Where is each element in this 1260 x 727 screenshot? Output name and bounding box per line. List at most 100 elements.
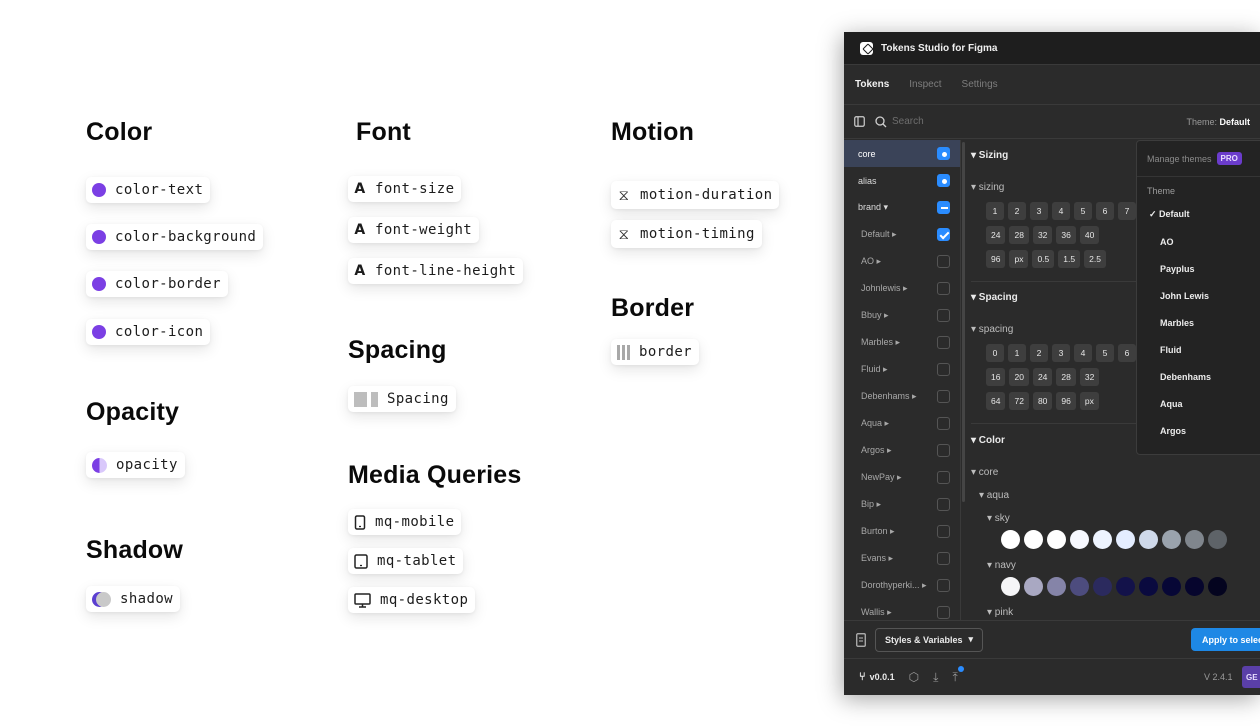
tab-settings[interactable]: Settings [962, 79, 998, 90]
token-pill[interactable]: 0 [986, 344, 1004, 362]
navy-swatch[interactable] [1185, 577, 1204, 596]
token-set-checkbox[interactable] [937, 552, 950, 565]
token-pill[interactable]: 4 [1074, 344, 1092, 362]
token-pill[interactable]: 2 [1008, 202, 1026, 220]
token-set-row[interactable]: Johnlewis ▸ [844, 275, 960, 302]
motion-duration-chip[interactable]: ⧖ motion-duration [611, 181, 780, 209]
navy-swatch[interactable] [1208, 577, 1227, 596]
navy-swatch[interactable] [1001, 577, 1020, 596]
navy-swatch[interactable] [1070, 577, 1089, 596]
theme-option[interactable]: Argos [1137, 417, 1260, 444]
token-set-checkbox[interactable] [937, 471, 950, 484]
token-pill[interactable]: 5 [1074, 202, 1092, 220]
navy-swatch[interactable] [1139, 577, 1158, 596]
token-set-checkbox[interactable] [937, 174, 950, 187]
token-pill[interactable]: 32 [1032, 226, 1053, 244]
navy-swatch[interactable] [1024, 577, 1043, 596]
font-size-chip[interactable]: Afont-size [348, 176, 462, 202]
shadow-chip[interactable]: shadow [86, 586, 180, 612]
sky-swatch[interactable] [1070, 530, 1089, 549]
token-set-row[interactable]: brand ▾ [844, 194, 960, 221]
navy-swatch[interactable] [1093, 577, 1112, 596]
token-set-checkbox[interactable] [937, 498, 950, 511]
token-set-checkbox[interactable] [937, 390, 950, 403]
tab-tokens[interactable]: Tokens [855, 79, 889, 90]
token-pill[interactable]: 7 [1118, 202, 1136, 220]
token-set-checkbox[interactable] [937, 444, 950, 457]
token-pill[interactable]: 1 [1008, 344, 1026, 362]
token-pill[interactable]: 1 [986, 202, 1004, 220]
token-set-checkbox[interactable] [937, 606, 950, 619]
sky-swatch[interactable] [1047, 530, 1066, 549]
token-pill[interactable]: 6 [1096, 202, 1114, 220]
navy-swatch[interactable] [1162, 577, 1181, 596]
aqua-group-label[interactable]: ▾ aqua [979, 490, 1260, 501]
token-set-checkbox[interactable] [937, 363, 950, 376]
token-pill[interactable]: 80 [1032, 392, 1053, 410]
color-text-chip[interactable]: color-text [86, 177, 211, 203]
token-pill[interactable]: 24 [1032, 368, 1053, 386]
mq-desktop-chip[interactable]: mq-desktop [348, 587, 476, 613]
motion-timing-chip[interactable]: ⧖ motion-timing [611, 220, 762, 248]
token-set-row[interactable]: NewPay ▸ [844, 464, 960, 491]
token-set-row[interactable]: Bip ▸ [844, 491, 960, 518]
sync-icon[interactable]: ⬡ [909, 670, 919, 684]
token-set-checkbox[interactable] [937, 525, 950, 538]
token-pill[interactable]: 32 [1079, 368, 1100, 386]
pink-group-label[interactable]: ▾ pink [987, 607, 1260, 618]
token-pill[interactable]: 3 [1030, 202, 1048, 220]
sky-swatch[interactable] [1093, 530, 1112, 549]
spacing-chip[interactable]: Spacing [348, 386, 456, 412]
styles-variables-button[interactable]: Styles & Variables ▾ [875, 627, 984, 652]
token-pill[interactable]: 0.5 [1032, 250, 1055, 268]
token-set-checkbox[interactable] [937, 282, 950, 295]
sidebar-toggle-icon[interactable] [854, 116, 865, 127]
sets-scrollbar[interactable] [962, 142, 965, 502]
token-set-row[interactable]: Default ▸ [844, 221, 960, 248]
token-pill[interactable]: px [1079, 392, 1099, 410]
sky-swatch[interactable] [1024, 530, 1043, 549]
token-pill[interactable]: 5 [1096, 344, 1114, 362]
sky-swatch[interactable] [1208, 530, 1227, 549]
token-set-row[interactable]: Debenhams ▸ [844, 383, 960, 410]
token-set-checkbox[interactable] [937, 579, 950, 592]
token-pill[interactable]: 20 [1009, 368, 1029, 386]
token-set-row[interactable]: Burton ▸ [844, 518, 960, 545]
token-set-row[interactable]: Bbuy ▸ [844, 302, 960, 329]
token-pill[interactable]: 64 [986, 392, 1006, 410]
pull-icon[interactable]: ⤓ [933, 670, 938, 685]
token-set-row[interactable]: core [844, 140, 960, 167]
token-set-row[interactable]: AO ▸ [844, 248, 960, 275]
branch-selector[interactable]: ⑂ v0.0.1 [859, 671, 895, 683]
navy-swatch[interactable] [1116, 577, 1135, 596]
navy-swatch[interactable] [1047, 577, 1066, 596]
theme-option[interactable]: Debenhams [1137, 363, 1260, 390]
theme-option[interactable]: John Lewis [1137, 282, 1260, 309]
sky-swatch[interactable] [1185, 530, 1204, 549]
token-pill[interactable]: 28 [1009, 226, 1029, 244]
tab-inspect[interactable]: Inspect [909, 79, 941, 90]
manage-themes-row[interactable]: Manage themes PRO [1137, 141, 1260, 177]
sky-swatch[interactable] [1116, 530, 1135, 549]
font-line-height-chip[interactable]: Afont-line-height [348, 258, 524, 284]
theme-option[interactable]: Marbles [1137, 309, 1260, 336]
navy-group-label[interactable]: ▾ navy [987, 560, 1260, 571]
token-pill[interactable]: 28 [1056, 368, 1076, 386]
token-pill[interactable]: px [1009, 250, 1029, 268]
get-pro-button[interactable]: GE [1242, 666, 1260, 688]
sky-swatch[interactable] [1139, 530, 1158, 549]
token-set-checkbox[interactable] [937, 147, 950, 160]
token-pill[interactable]: 16 [986, 368, 1006, 386]
theme-selector[interactable]: Theme: Default [1186, 117, 1250, 127]
border-chip[interactable]: border [611, 339, 699, 365]
token-set-row[interactable]: alias [844, 167, 960, 194]
token-pill[interactable]: 36 [1056, 226, 1076, 244]
token-set-row[interactable]: Aqua ▸ [844, 410, 960, 437]
token-pill[interactable]: 3 [1052, 344, 1070, 362]
token-set-row[interactable]: Fluid ▸ [844, 356, 960, 383]
sky-swatch[interactable] [1162, 530, 1181, 549]
token-pill[interactable]: 2.5 [1084, 250, 1106, 268]
theme-option[interactable]: Payplus [1137, 255, 1260, 282]
color-icon-chip[interactable]: color-icon [86, 319, 211, 345]
token-set-row[interactable]: Evans ▸ [844, 545, 960, 572]
